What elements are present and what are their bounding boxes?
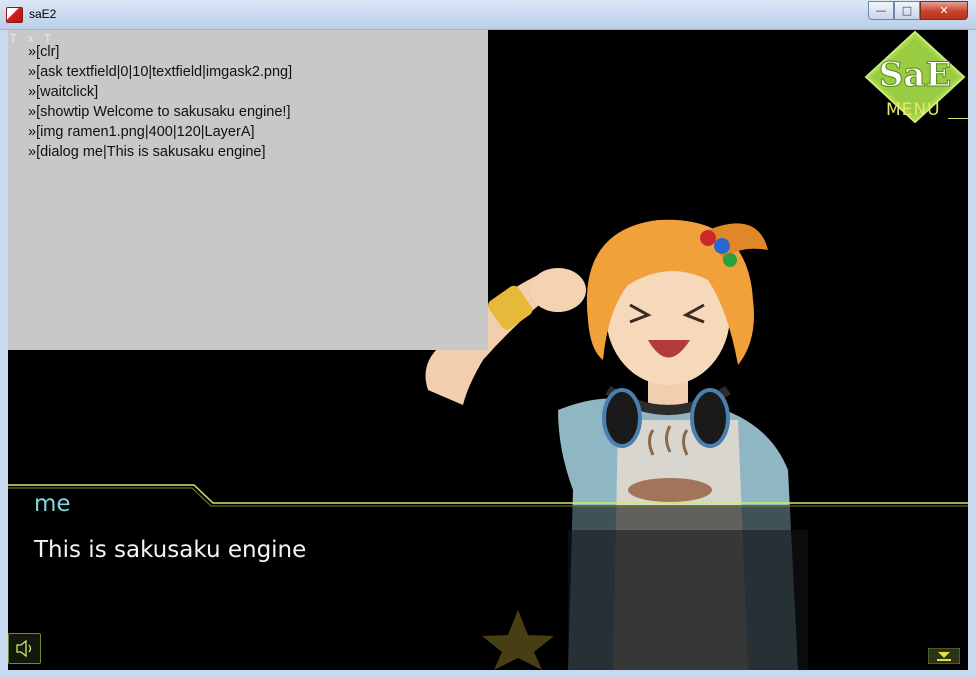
log-line: »[waitclick]	[28, 84, 99, 100]
minimize-button[interactable]: —	[868, 1, 894, 20]
maximize-button[interactable]: □	[894, 1, 920, 20]
title-bar: saE2 — □ ✕	[0, 0, 976, 30]
close-button[interactable]: ✕	[920, 1, 968, 20]
sound-toggle-button[interactable]	[8, 633, 41, 664]
log-line: »[dialog me|This is sakusaku engine]	[28, 144, 266, 160]
window-frame-left	[0, 30, 8, 678]
log-line: »[showtip Welcome to sakusaku engine!]	[28, 104, 291, 120]
menu-logo-text: SaE	[879, 55, 952, 95]
script-log-panel: T x T »[clr] »[ask textfield|0|10|textfi…	[8, 30, 488, 350]
dialog-box[interactable]: me This is sakusaku engine	[8, 483, 968, 670]
menu-underline	[948, 118, 968, 119]
log-list: »[clr] »[ask textfield|0|10|textfield|im…	[28, 42, 292, 162]
speaker-name: me	[34, 491, 71, 517]
window-frame-right	[968, 30, 976, 678]
close-icon: ✕	[939, 4, 949, 17]
log-line: »[clr]	[28, 44, 60, 60]
minimize-icon: —	[875, 4, 887, 17]
menu-label[interactable]: MENU	[886, 100, 941, 120]
game-canvas[interactable]: T x T »[clr] »[ask textfield|0|10|textfi…	[8, 30, 968, 670]
dialog-border-line	[8, 484, 968, 507]
log-line: »[ask textfield|0|10|textfield|imgask2.p…	[28, 64, 293, 80]
speaker-icon	[16, 639, 32, 658]
log-line: »[img ramen1.png|400|120|LayerA]	[28, 124, 255, 140]
next-page-icon[interactable]	[928, 648, 960, 664]
maximize-icon: □	[901, 4, 913, 17]
window-title: saE2	[29, 7, 57, 21]
app-icon	[6, 7, 23, 23]
window-frame-bottom	[0, 670, 976, 678]
dialog-text: This is sakusaku engine	[34, 537, 307, 563]
dialog-background	[8, 505, 968, 670]
